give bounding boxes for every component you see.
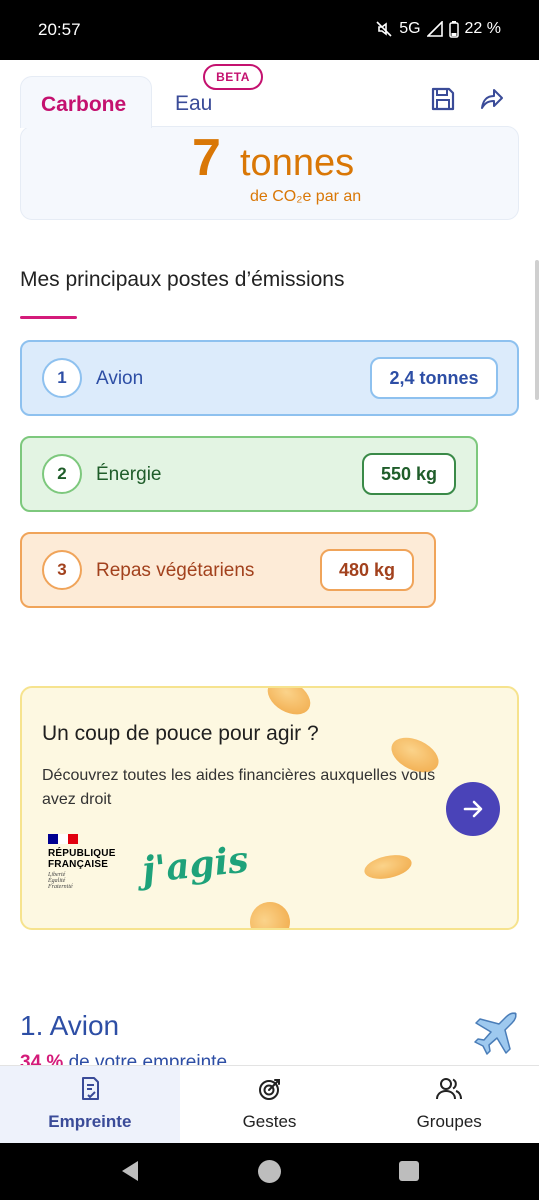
jagis-logo: j'agis: [140, 838, 251, 892]
footprint-total-unit: tonnes: [240, 142, 355, 184]
promo-open-button[interactable]: [446, 782, 500, 836]
battery-level: 22 %: [464, 20, 501, 37]
document-check-icon: [81, 1077, 99, 1100]
bottom-navigation: Empreinte Gestes Groupes: [0, 1065, 539, 1143]
mute-icon: [376, 21, 392, 37]
users-icon: [436, 1078, 463, 1100]
scrollbar-thumb[interactable]: [535, 260, 539, 400]
arrow-right-icon: [463, 800, 483, 818]
rank-badge: 1: [42, 358, 82, 398]
detail-title: 1. Avion: [20, 1010, 120, 1041]
emission-value: 2,4 tonnes: [370, 357, 498, 399]
recent-apps-icon[interactable]: [399, 1161, 419, 1181]
promo-title: Un coup de pouce pour agir ?: [42, 722, 319, 745]
footprint-total-value: 7: [192, 129, 221, 187]
emission-label: Repas végétariens: [96, 560, 255, 581]
financial-aid-promo-card[interactable]: Un coup de pouce pour agir ? Découvrez t…: [20, 686, 519, 930]
section-title: Mes principaux postes d’émissions: [20, 268, 345, 291]
french-flag-icon: [48, 834, 78, 844]
coin-illustration: [242, 894, 298, 928]
nav-label: Gestes: [242, 1112, 297, 1131]
nav-empreinte[interactable]: Empreinte: [0, 1066, 180, 1143]
tab-eau[interactable]: Eau: [175, 92, 212, 116]
coin-illustration: [261, 688, 317, 722]
system-navigation-bar: [0, 1143, 539, 1200]
emission-label: Avion: [96, 368, 144, 389]
status-bar: 20:57 5G 22 %: [0, 0, 539, 60]
rank-badge: 2: [42, 454, 82, 494]
share-icon[interactable]: [480, 88, 504, 110]
signal-icon: [426, 21, 443, 37]
nav-label: Groupes: [416, 1112, 482, 1131]
nav-gestes[interactable]: Gestes: [180, 1066, 360, 1143]
emission-item-avion[interactable]: 1 Avion 2,4 tonnes: [20, 340, 519, 416]
coin-illustration: [362, 851, 414, 883]
section-underline: [20, 316, 77, 319]
tab-carbone[interactable]: Carbone: [20, 76, 152, 128]
save-icon[interactable]: [430, 86, 456, 112]
main-content[interactable]: Carbone Eau BETA 7 tonnes de CO₂e par an…: [0, 60, 539, 1065]
network-type: 5G: [399, 20, 421, 37]
republique-francaise-logo: RÉPUBLIQUE FRANÇAISE Liberté Égalité Frat…: [48, 834, 128, 894]
emission-item-repas[interactable]: 3 Repas végétariens 480 kg: [20, 532, 436, 608]
battery-icon: [448, 20, 459, 38]
nav-groupes[interactable]: Groupes: [359, 1066, 539, 1143]
rank-badge: 3: [42, 550, 82, 590]
home-icon[interactable]: [258, 1160, 281, 1183]
status-icons: 5G 22 %: [375, 20, 501, 38]
nav-label: Empreinte: [48, 1112, 132, 1131]
back-icon[interactable]: [120, 1160, 140, 1182]
emission-label: Énergie: [96, 464, 162, 485]
emission-value: 480 kg: [320, 549, 414, 591]
promo-description: Découvrez toutes les aides financières a…: [42, 767, 436, 808]
status-time: 20:57: [38, 20, 81, 39]
footprint-subtitle: de CO₂e par an: [250, 188, 362, 205]
tab-carbone-label: Carbone: [41, 93, 127, 116]
beta-badge: BETA: [203, 64, 263, 90]
emission-item-energie[interactable]: 2 Énergie 550 kg: [20, 436, 478, 512]
target-icon: [258, 1079, 280, 1100]
detail-subtitle: 34 % de votre empreinte: [20, 1052, 228, 1065]
airplane-icon: [474, 1012, 517, 1055]
emission-value: 550 kg: [362, 453, 456, 495]
